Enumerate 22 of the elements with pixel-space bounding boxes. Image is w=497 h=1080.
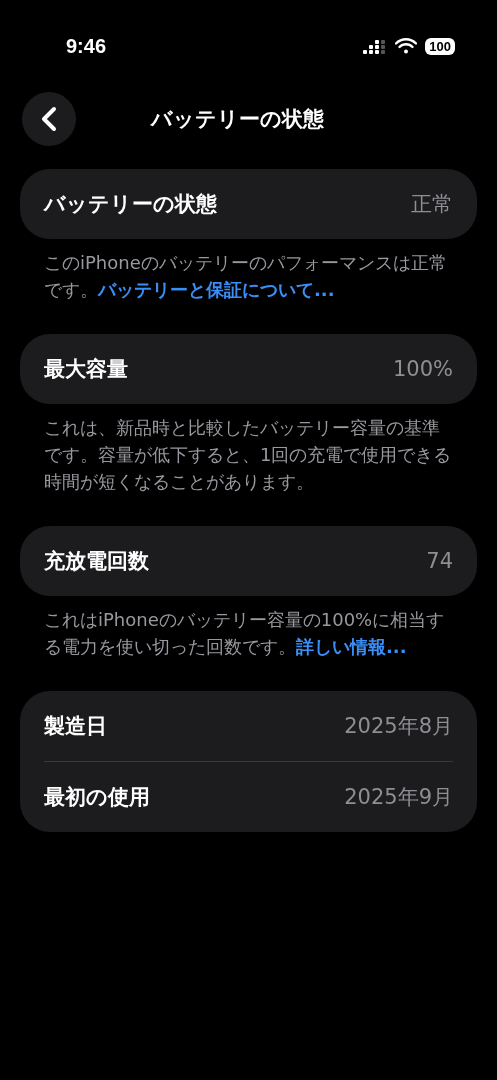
- row-label: 最初の使用: [44, 784, 150, 811]
- row-value: 74: [426, 549, 453, 573]
- page-title: バッテリーの状態: [149, 106, 325, 133]
- footnote-text: これは、新品時と比較したバッテリー容量の基準です。容量が低下すると、1回の充電で使用できる時間が短くなることがあります。: [44, 416, 453, 494]
- battery-level: 100: [425, 37, 455, 55]
- footnote-text: このiPhoneのバッテリーのパフォーマンスは正常です。バッテリーと保証について...: [44, 251, 448, 302]
- status-time: 9:46: [66, 34, 107, 58]
- info-link[interactable]: バッテリーと保証について...: [98, 279, 335, 300]
- row-value: 2025年8月: [344, 713, 453, 740]
- footnote-text: これはiPhoneのバッテリー容量の100%に相当する電力を使い切った回数です。詳しい情報...: [44, 608, 446, 659]
- back-button[interactable]: [22, 92, 76, 146]
- row-value: 正常: [411, 191, 453, 218]
- chevron-left-icon: [39, 106, 59, 132]
- row-value: 2025年9月: [344, 784, 453, 811]
- row-label: 充放電回数: [44, 548, 149, 575]
- signal-icon: [363, 38, 388, 54]
- row-label: 製造日: [44, 713, 107, 740]
- wifi-icon: [395, 38, 418, 54]
- row-value: 100%: [392, 357, 453, 381]
- info-link[interactable]: 詳しい情報...: [296, 636, 407, 657]
- row-label: バッテリーの状態: [44, 191, 217, 218]
- row-label: 最大容量: [44, 356, 128, 383]
